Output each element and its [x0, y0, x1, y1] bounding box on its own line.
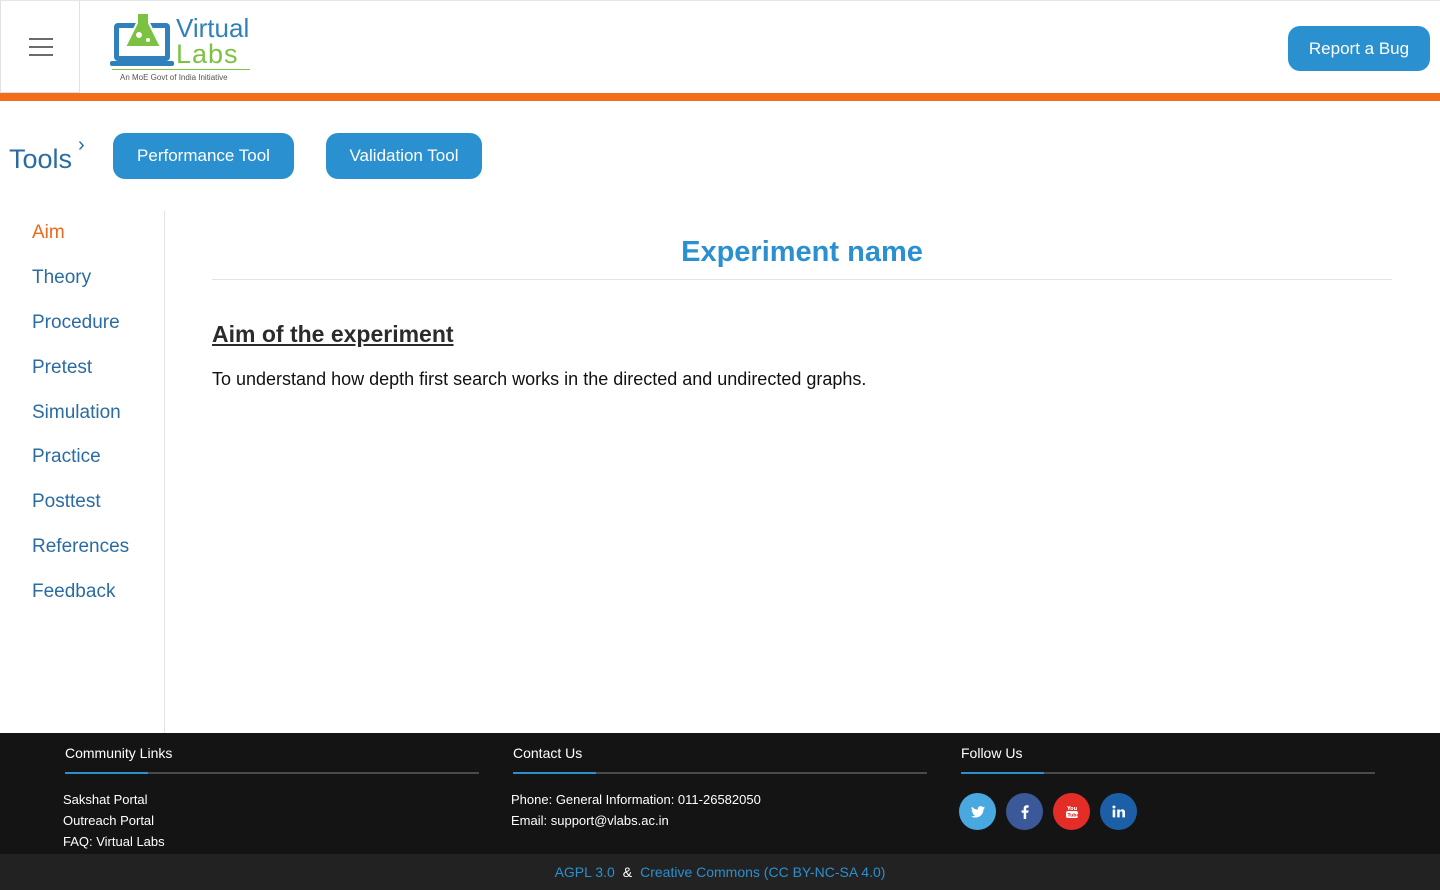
contact-heading: Contact Us: [513, 745, 583, 761]
sidebar-item-pretest[interactable]: Pretest: [32, 357, 92, 379]
logo-divider: [112, 69, 250, 70]
footer-divider-highlight: [513, 772, 596, 774]
twitter-icon[interactable]: [959, 793, 996, 830]
footer-divider: [513, 772, 927, 774]
tools-label: Tools: [9, 144, 73, 174]
footer-divider: [65, 772, 479, 774]
community-links-heading: Community Links: [65, 745, 173, 761]
sakshat-portal-link[interactable]: Sakshat Portal: [63, 792, 148, 807]
sidebar-item-posttest[interactable]: Posttest: [32, 491, 101, 513]
contact-phone: Phone: General Information: 011-26582050: [511, 792, 761, 807]
youtube-icon[interactable]: YouTube: [1053, 793, 1090, 830]
sidebar-item-procedure[interactable]: Procedure: [32, 312, 120, 334]
license-bar: AGPL 3.0 & Creative Commons (CC BY-NC-SA…: [0, 854, 1440, 890]
header-accent-bar: [0, 93, 1440, 101]
performance-tool-button[interactable]: Performance Tool: [113, 133, 294, 179]
sidebar-item-references[interactable]: References: [32, 536, 129, 558]
sidebar-item-feedback[interactable]: Feedback: [32, 581, 115, 603]
svg-text:Tube: Tube: [1067, 812, 1078, 818]
logo-tagline: An MoE Govt of India Initiative: [120, 73, 228, 82]
follow-us-heading: Follow Us: [961, 745, 1023, 761]
aim-heading: Aim of the experiment: [212, 321, 454, 347]
footer-divider: [961, 772, 1375, 774]
top-header: Virtual Labs An MoE Govt of India Initia…: [0, 0, 1440, 93]
logo-text-labs: Labs: [176, 39, 239, 69]
validation-tool-button[interactable]: Validation Tool: [326, 133, 482, 179]
hamburger-icon-line: [29, 46, 53, 48]
site-footer: Community Links Sakshat Portal Outreach …: [0, 733, 1440, 854]
sidebar-item-simulation[interactable]: Simulation: [32, 402, 121, 424]
experiment-sidebar: Aim Theory Procedure Pretest Simulation …: [0, 211, 165, 733]
sidebar-item-practice[interactable]: Practice: [32, 446, 101, 468]
sidebar-item-theory[interactable]: Theory: [32, 267, 91, 289]
chevron-right-icon: ›: [78, 134, 85, 156]
linkedin-icon[interactable]: [1100, 793, 1137, 830]
creative-commons-link[interactable]: Creative Commons (CC BY-NC-SA 4.0): [640, 864, 885, 880]
title-divider: [212, 279, 1392, 280]
footer-divider-highlight: [961, 772, 1044, 774]
report-bug-button[interactable]: Report a Bug: [1288, 26, 1430, 71]
facebook-icon[interactable]: [1006, 793, 1043, 830]
aim-description: To understand how depth first search wor…: [212, 369, 867, 389]
license-ampersand: &: [622, 864, 633, 880]
outreach-portal-link[interactable]: Outreach Portal: [63, 813, 154, 828]
faq-link[interactable]: FAQ: Virtual Labs: [63, 834, 165, 849]
hamburger-icon: [29, 38, 53, 40]
experiment-title: Experiment name: [681, 236, 923, 268]
hamburger-icon-line: [29, 54, 53, 56]
footer-divider-highlight: [65, 772, 148, 774]
flask-laptop-icon: [110, 12, 174, 66]
virtual-labs-logo[interactable]: Virtual Labs An MoE Govt of India Initia…: [80, 1, 284, 93]
contact-email: Email: support@vlabs.ac.in: [511, 813, 669, 828]
sidebar-item-aim[interactable]: Aim: [32, 222, 65, 244]
agpl-license-link[interactable]: AGPL 3.0: [555, 864, 615, 880]
hamburger-menu-button[interactable]: [0, 1, 80, 93]
